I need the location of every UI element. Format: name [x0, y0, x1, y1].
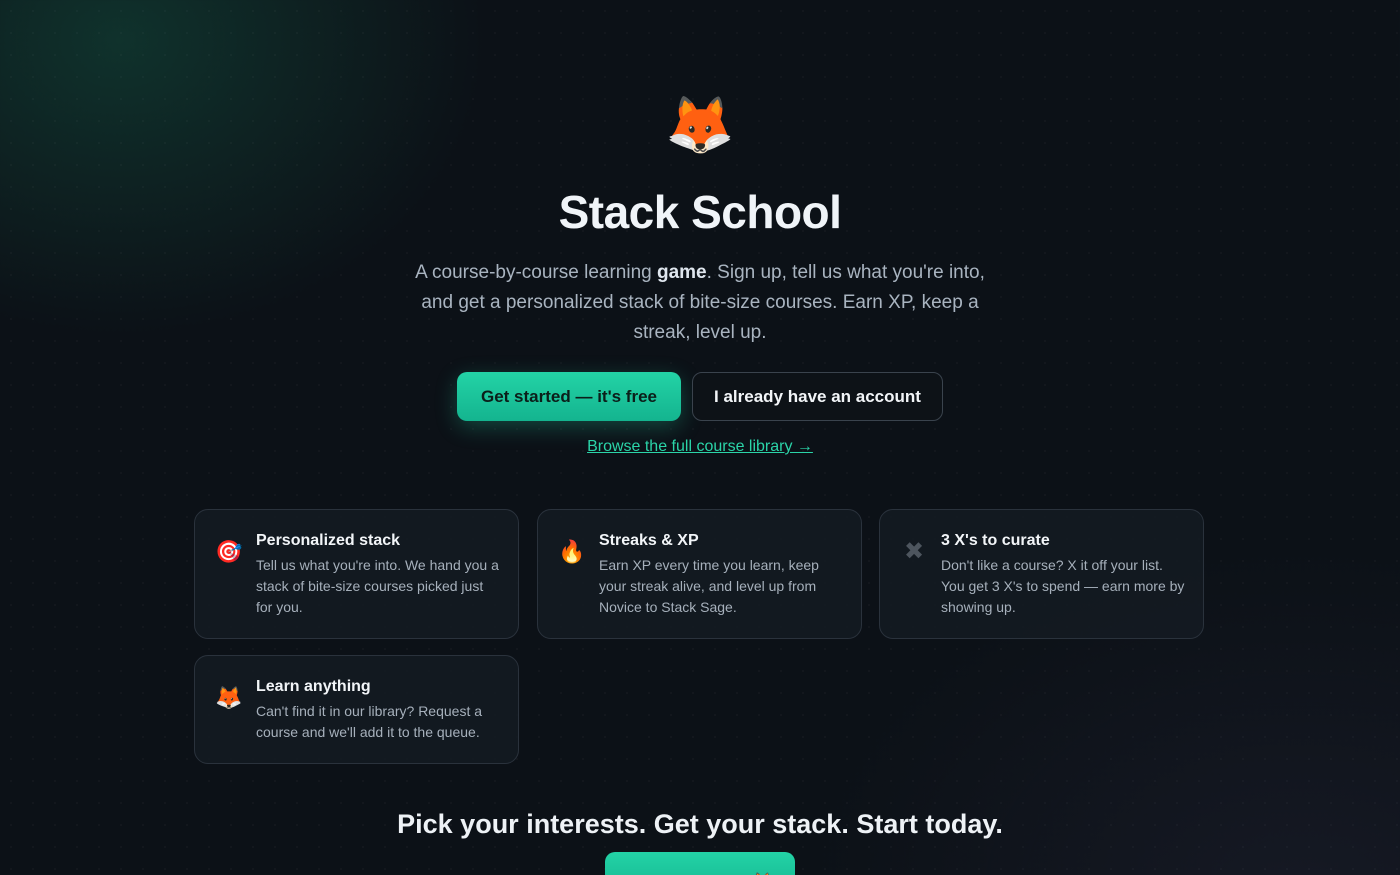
- cta-heading: Pick your interests. Get your stack. Sta…: [397, 809, 1003, 839]
- build-stack-button[interactable]: Build my stack 🦊: [605, 852, 795, 875]
- fox-logo-icon: 🦊: [665, 93, 735, 156]
- feature-card-curate: ✖ 3 X's to curate Don't like a course? X…: [879, 509, 1204, 639]
- feature-card-title: Learn anything: [256, 678, 371, 695]
- browse-library-link[interactable]: Browse the full course library →: [587, 438, 813, 455]
- get-started-button[interactable]: Get started — it's free: [457, 372, 681, 421]
- target-icon: 🎯: [215, 539, 243, 564]
- feature-card-personalized-stack: 🎯 Personalized stack Tell us what you're…: [194, 509, 519, 639]
- feature-card-description: Don't like a course? X it off your list.…: [941, 557, 1185, 615]
- feature-card-title: 3 X's to curate: [941, 532, 1050, 549]
- hero-description: A course-by-course learning game. Sign u…: [400, 258, 1000, 348]
- feature-card-title: Streaks & XP: [599, 532, 699, 549]
- browse-library-container: Browse the full course library →: [0, 436, 1400, 458]
- feature-card-description: Tell us what you're into. We hand you a …: [256, 557, 499, 615]
- page-title: Stack School: [558, 186, 842, 238]
- x-mark-icon: ✖: [903, 538, 925, 565]
- feature-card-description: Can't find it in our library? Request a …: [256, 703, 483, 740]
- hero-description-emphasis: game: [656, 262, 707, 283]
- sign-in-button[interactable]: I already have an account: [692, 372, 943, 421]
- fox-icon: 🦊: [215, 685, 243, 710]
- feature-card-learn-anything: 🦊 Learn anything Can't find it in our li…: [194, 655, 519, 764]
- hero-description-text: A course-by-course learning: [415, 262, 657, 283]
- feature-card-description: Earn XP every time you learn, keep your …: [599, 557, 819, 615]
- fire-icon: 🔥: [558, 539, 586, 564]
- feature-card-streaks-xp: 🔥 Streaks & XP Earn XP every time you le…: [537, 509, 862, 639]
- feature-card-title: Personalized stack: [256, 532, 401, 549]
